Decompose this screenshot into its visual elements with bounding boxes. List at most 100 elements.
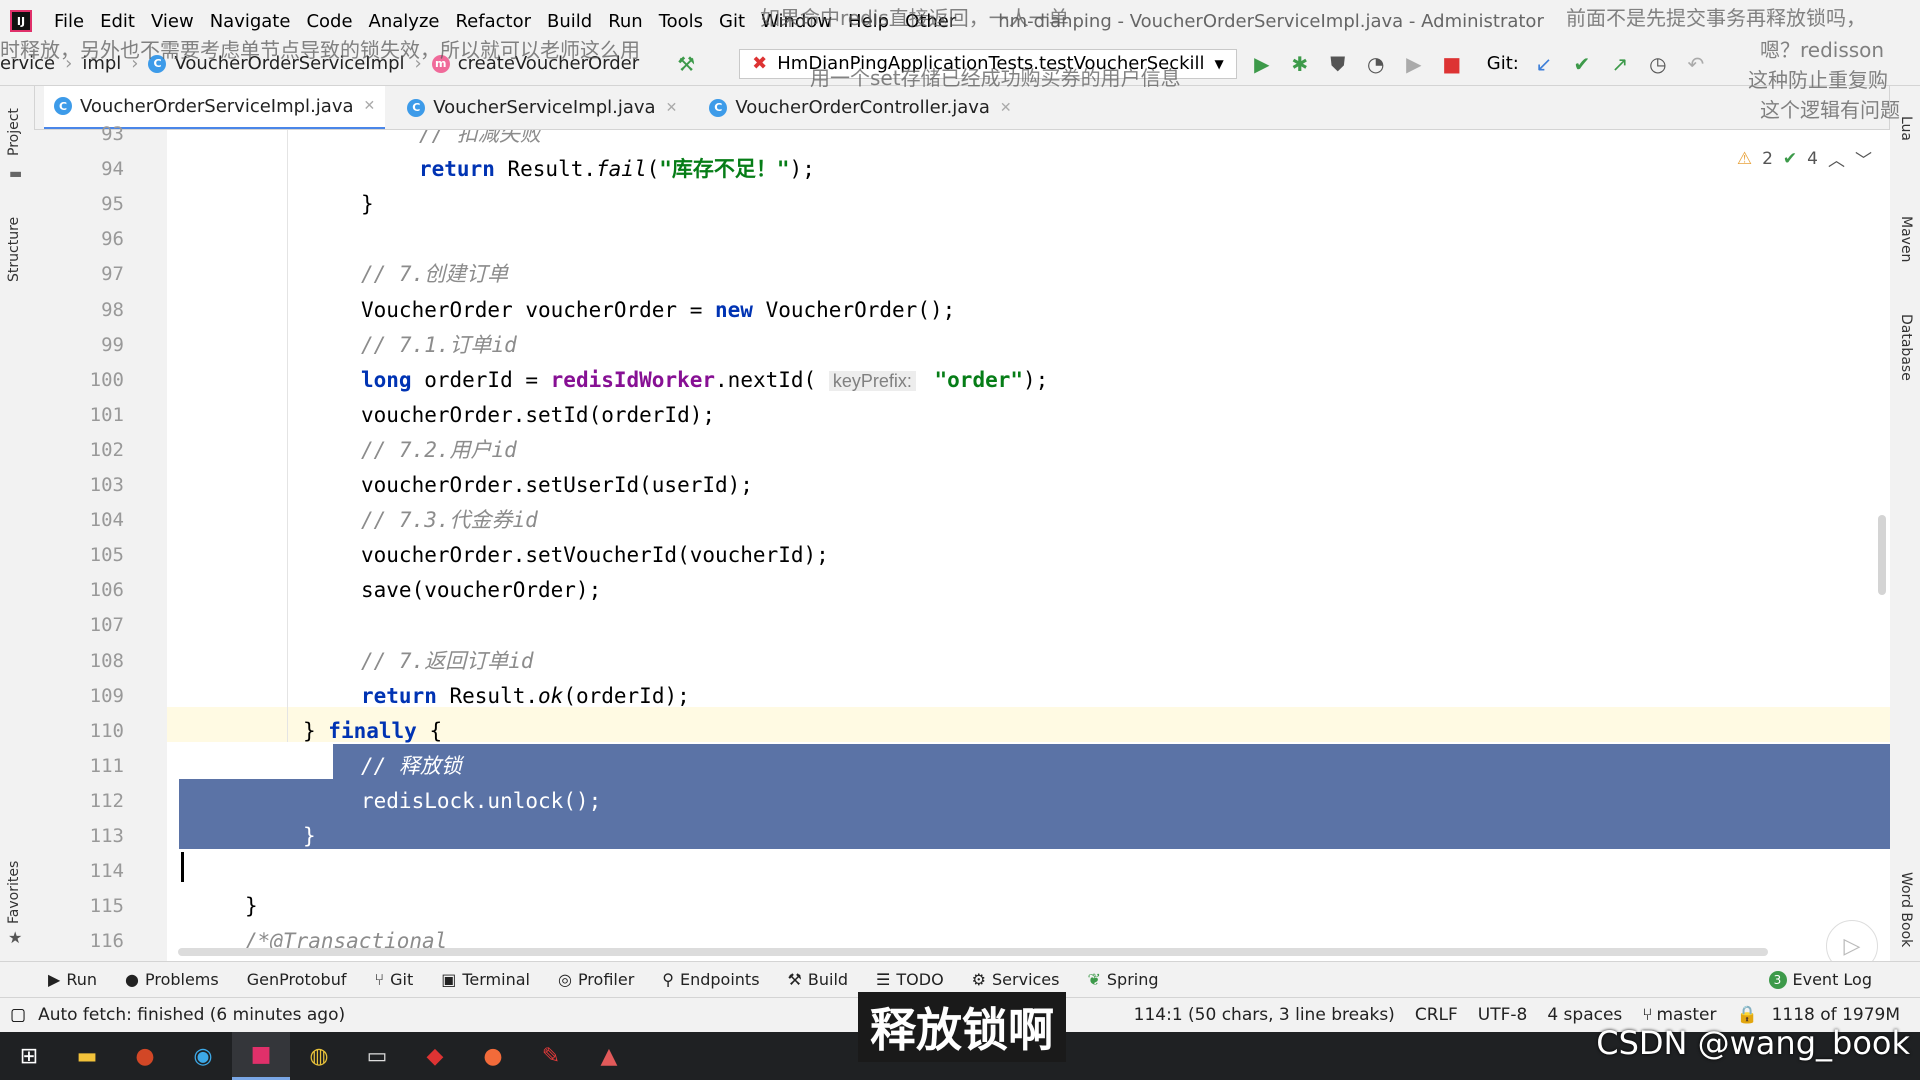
- tool-run[interactable]: ▶ Run: [48, 970, 97, 989]
- menu-code[interactable]: Code: [306, 11, 352, 32]
- lua-panel-tab[interactable]: Lua: [1898, 116, 1914, 141]
- code-line[interactable]: }: [303, 819, 316, 854]
- file-explorer-icon[interactable]: ▬: [58, 1032, 116, 1080]
- chevron-down-icon[interactable]: ﹀: [1855, 146, 1872, 171]
- coverage-icon[interactable]: ⛊: [1325, 51, 1351, 77]
- code-line[interactable]: VoucherOrder voucherOrder = new VoucherO…: [361, 293, 955, 328]
- cursor-position[interactable]: 114:1 (50 chars, 3 line breaks): [1134, 1005, 1395, 1025]
- vertical-scrollbar[interactable]: [1878, 515, 1886, 595]
- problems-icon: ●: [125, 970, 139, 989]
- memory-indicator[interactable]: 1118 of 1979M: [1772, 1005, 1900, 1025]
- menu-navigate[interactable]: Navigate: [210, 11, 291, 32]
- tool-genprotobuf[interactable]: GenProtobuf: [247, 970, 347, 989]
- profile-icon[interactable]: ◔: [1363, 51, 1389, 77]
- close-icon[interactable]: ✕: [666, 100, 678, 116]
- code-line[interactable]: // 7.1.订单id: [361, 328, 517, 363]
- rollback-icon[interactable]: ↶: [1683, 51, 1709, 77]
- pen-icon[interactable]: ✎: [522, 1032, 580, 1080]
- terminal-taskbar-icon[interactable]: ▭: [348, 1032, 406, 1080]
- word-book-panel-tab[interactable]: Word Book: [1898, 872, 1914, 947]
- code-line[interactable]: // 7.创建订单: [361, 257, 508, 292]
- code-line[interactable]: // 7.2.用户id: [361, 433, 517, 468]
- debug-icon[interactable]: ✱: [1287, 51, 1313, 77]
- tab-voucher-service-impl[interactable]: C VoucherServiceImpl.java ✕: [397, 86, 687, 129]
- hammer-build-icon[interactable]: ⚒: [673, 51, 699, 77]
- code-line[interactable]: } finally {: [303, 714, 442, 749]
- horizontal-scrollbar[interactable]: [178, 948, 1768, 956]
- tool-event-log[interactable]: 3 Event Log: [1768, 970, 1873, 989]
- code-line[interactable]: redisLock.unlock();: [361, 784, 601, 819]
- tab-label: VoucherServiceImpl.java: [433, 97, 656, 118]
- menu-edit[interactable]: Edit: [100, 11, 135, 32]
- tool-build[interactable]: ⚒ Build: [788, 970, 849, 989]
- tool-endpoints[interactable]: ⚲ Endpoints: [662, 970, 759, 989]
- menu-analyze[interactable]: Analyze: [369, 11, 440, 32]
- code-line[interactable]: // 7.返回订单id: [361, 644, 534, 679]
- code-line[interactable]: }: [245, 889, 258, 924]
- menu-run[interactable]: Run: [608, 11, 643, 32]
- git-commit-icon[interactable]: ✔: [1569, 51, 1595, 77]
- warning-count: 2: [1762, 148, 1773, 169]
- favorites-panel-tab[interactable]: Favorites: [6, 861, 22, 924]
- app-icon[interactable]: ▲: [580, 1032, 638, 1080]
- maven-panel-tab[interactable]: Maven: [1898, 216, 1914, 262]
- menu-file[interactable]: File: [54, 11, 84, 32]
- code-line[interactable]: long orderId = redisIdWorker.nextId( key…: [361, 363, 1048, 398]
- code-editor[interactable]: // 扣减失败 return Result.fail("库存不足！");} // 7…: [167, 130, 1890, 961]
- history-icon[interactable]: ◷: [1645, 51, 1671, 77]
- menu-tools[interactable]: Tools: [659, 11, 703, 32]
- stop-icon[interactable]: ■: [1439, 51, 1465, 77]
- redis-icon[interactable]: ◆: [406, 1032, 464, 1080]
- chrome-icon[interactable]: ◍: [290, 1032, 348, 1080]
- indent-setting[interactable]: 4 spaces: [1547, 1005, 1622, 1025]
- chevron-up-icon[interactable]: ︿: [1828, 146, 1845, 171]
- close-icon[interactable]: ✕: [1000, 100, 1012, 116]
- menu-git[interactable]: Git: [719, 11, 745, 32]
- line-separator[interactable]: CRLF: [1415, 1005, 1458, 1025]
- file-encoding[interactable]: UTF-8: [1478, 1005, 1528, 1025]
- code-line[interactable]: voucherOrder.setUserId(userId);: [361, 468, 753, 503]
- tool-terminal[interactable]: ▣ Terminal: [441, 970, 530, 989]
- status-toggle-icon[interactable]: ▢: [10, 1005, 26, 1025]
- tool-profiler[interactable]: ◎ Profiler: [558, 970, 634, 989]
- git-update-icon[interactable]: ↙: [1531, 51, 1557, 77]
- tool-git[interactable]: ⑂ Git: [374, 970, 413, 989]
- menu-build[interactable]: Build: [547, 11, 592, 32]
- intellij-taskbar-icon[interactable]: ■: [232, 1032, 290, 1080]
- code-line[interactable]: // 释放锁: [361, 749, 462, 784]
- code-line[interactable]: // 扣减失败: [419, 130, 541, 152]
- line-number: 97: [101, 263, 124, 286]
- code-line[interactable]: return Result.fail("库存不足！");: [419, 152, 815, 187]
- close-icon[interactable]: ✕: [364, 98, 376, 114]
- project-panel-tab[interactable]: Project: [6, 108, 22, 156]
- inspection-widget[interactable]: ⚠ 2 ✔ 4 ︿ ﹀: [1737, 146, 1872, 172]
- menu-view[interactable]: View: [151, 11, 194, 32]
- code-line[interactable]: // 7.3.代金券id: [361, 503, 538, 538]
- code-line[interactable]: voucherOrder.setVoucherId(voucherId);: [361, 538, 829, 573]
- run-icon[interactable]: ▶: [1249, 51, 1275, 77]
- git-branch[interactable]: master: [1656, 1005, 1716, 1025]
- tab-voucher-order-controller[interactable]: C VoucherOrderController.java ✕: [699, 86, 1021, 129]
- menu-refactor[interactable]: Refactor: [455, 11, 531, 32]
- code-line[interactable]: return Result.ok(orderId);: [361, 679, 690, 714]
- status-message[interactable]: Auto fetch: finished (6 minutes ago): [38, 1005, 345, 1025]
- tool-todo[interactable]: ☰ TODO: [876, 970, 944, 989]
- structure-panel-tab[interactable]: Structure: [6, 217, 22, 282]
- editor-tabs: C VoucherOrderServiceImpl.java ✕ C Vouch…: [0, 86, 1920, 130]
- powerpoint-icon[interactable]: ●: [116, 1032, 174, 1080]
- tool-problems[interactable]: ● Problems: [125, 970, 219, 989]
- database-panel-tab[interactable]: Database: [1898, 314, 1914, 381]
- git-push-icon[interactable]: ↗: [1607, 51, 1633, 77]
- browser-icon[interactable]: ◉: [174, 1032, 232, 1080]
- step-icon[interactable]: ▶: [1401, 51, 1427, 77]
- code-line[interactable]: voucherOrder.setId(orderId);: [361, 398, 715, 433]
- code-line[interactable]: }: [361, 187, 374, 222]
- tool-label: Event Log: [1792, 970, 1873, 989]
- tool-label: Problems: [144, 970, 219, 989]
- postman-icon[interactable]: ●: [464, 1032, 522, 1080]
- windows-start-icon[interactable]: ⊞: [0, 1032, 58, 1080]
- tool-services[interactable]: ⚙ Services: [972, 970, 1060, 989]
- tool-spring[interactable]: ❦ Spring: [1087, 970, 1158, 989]
- code-line[interactable]: save(voucherOrder);: [361, 573, 601, 608]
- lock-icon[interactable]: 🔒: [1736, 1005, 1757, 1025]
